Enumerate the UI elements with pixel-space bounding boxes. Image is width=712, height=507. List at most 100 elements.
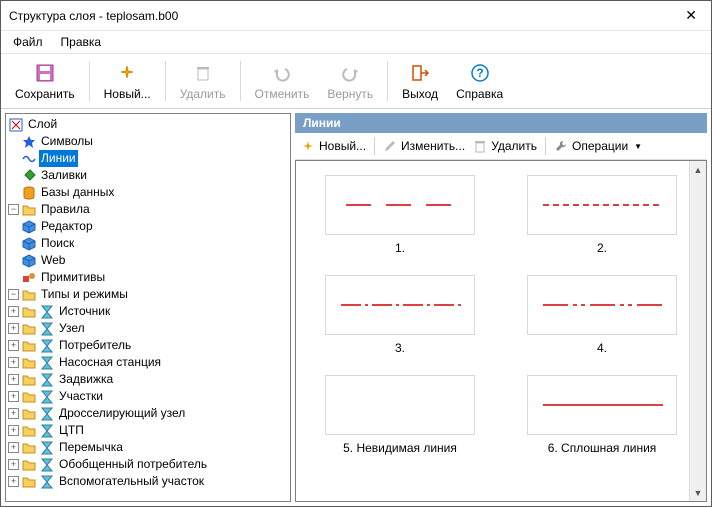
tree-root[interactable]: Слой	[8, 116, 288, 133]
hourglass-icon	[39, 304, 55, 320]
folder-icon	[21, 202, 37, 218]
gallery-caption: 4.	[597, 341, 607, 355]
line-preview	[527, 375, 677, 435]
cube-icon	[21, 219, 37, 235]
expand-icon[interactable]: +	[8, 408, 19, 419]
tree-type-item[interactable]: +Перемычка	[8, 439, 288, 456]
delete-button: Удалить	[172, 57, 234, 105]
expand-icon[interactable]: +	[8, 323, 19, 334]
hourglass-icon	[39, 406, 55, 422]
tree-types[interactable]: −Типы и режимы	[8, 286, 288, 303]
scroll-down-icon[interactable]: ▼	[690, 484, 706, 501]
help-button[interactable]: ? Справка	[448, 57, 511, 105]
separator	[165, 61, 166, 101]
tree-type-item[interactable]: +Обобщенный потребитель	[8, 456, 288, 473]
separator	[387, 61, 388, 101]
expand-icon[interactable]: +	[8, 340, 19, 351]
tree-type-item[interactable]: +Участки	[8, 388, 288, 405]
expand-icon[interactable]: +	[8, 442, 19, 453]
wrench-icon	[554, 139, 568, 153]
redo-icon	[339, 61, 361, 85]
scrollbar[interactable]: ▲ ▼	[689, 161, 706, 501]
wave-icon	[21, 151, 37, 167]
tree-search[interactable]: Поиск	[8, 235, 288, 252]
panel-edit-button: Изменить...	[383, 139, 465, 153]
folder-icon	[21, 406, 37, 422]
exit-icon	[410, 61, 430, 85]
menu-file[interactable]: Файл	[5, 33, 51, 51]
tree-type-item[interactable]: +Источник	[8, 303, 288, 320]
hourglass-icon	[39, 440, 55, 456]
folder-icon	[21, 474, 37, 490]
new-button[interactable]: Новый...	[96, 57, 159, 105]
tree-type-item[interactable]: +Вспомогательный участок	[8, 473, 288, 490]
hourglass-icon	[39, 474, 55, 490]
layer-icon	[8, 117, 24, 133]
gallery-item[interactable]: 4.	[516, 275, 688, 355]
hourglass-icon	[39, 372, 55, 388]
primitives-icon	[21, 270, 37, 286]
gallery-caption: 6. Сплошная линия	[548, 441, 657, 455]
tree-type-item[interactable]: +Задвижка	[8, 371, 288, 388]
panel-header: Линии	[295, 113, 707, 133]
collapse-icon[interactable]: −	[8, 204, 19, 215]
expand-icon[interactable]: +	[8, 425, 19, 436]
tree-type-item[interactable]: +Узел	[8, 320, 288, 337]
gallery-caption: 1.	[395, 241, 405, 255]
tree-symbols[interactable]: Символы	[8, 133, 288, 150]
expand-icon[interactable]: +	[8, 306, 19, 317]
tree-type-item[interactable]: +Потребитель	[8, 337, 288, 354]
tree-type-item[interactable]: +Дросселирующий узел	[8, 405, 288, 422]
folder-icon	[21, 287, 37, 303]
tree-type-item[interactable]: +ЦТП	[8, 422, 288, 439]
gallery-item[interactable]: 6. Сплошная линия	[516, 375, 688, 455]
cube-icon	[21, 236, 37, 252]
menu-edit[interactable]: Правка	[53, 33, 110, 51]
tree-databases[interactable]: Базы данных	[8, 184, 288, 201]
folder-icon	[21, 389, 37, 405]
expand-icon[interactable]: +	[8, 391, 19, 402]
new-icon	[117, 61, 137, 85]
expand-icon[interactable]: +	[8, 476, 19, 487]
tree-web[interactable]: Web	[8, 252, 288, 269]
folder-icon	[21, 304, 37, 320]
folder-icon	[21, 423, 37, 439]
expand-icon[interactable]: +	[8, 357, 19, 368]
panel-new-button[interactable]: Новый...	[301, 139, 366, 153]
tree-lines[interactable]: Линии	[8, 150, 288, 167]
undo-icon	[271, 61, 293, 85]
separator	[89, 61, 90, 101]
folder-icon	[21, 440, 37, 456]
line-preview	[527, 275, 677, 335]
hourglass-icon	[39, 321, 55, 337]
tree-fills[interactable]: Заливки	[8, 167, 288, 184]
hourglass-icon	[39, 338, 55, 354]
separator	[545, 137, 546, 155]
line-preview	[325, 275, 475, 335]
gallery[interactable]: 1. 2. 3. 4. 5. Невидимая линия 6. Сплошная ли…	[295, 160, 707, 502]
svg-text:?: ?	[476, 66, 483, 80]
gallery-caption: 3.	[395, 341, 405, 355]
separator	[374, 137, 375, 155]
expand-icon[interactable]: +	[8, 374, 19, 385]
panel-ops-button[interactable]: Операции▼	[554, 139, 642, 153]
scroll-up-icon[interactable]: ▲	[690, 161, 706, 178]
expand-icon[interactable]: +	[8, 459, 19, 470]
gallery-item[interactable]: 5. Невидимая линия	[314, 375, 486, 455]
close-icon[interactable]: ✕	[679, 7, 703, 24]
tree-type-item[interactable]: +Насосная станция	[8, 354, 288, 371]
tree-pane[interactable]: Слой Символы Линии Заливки Базы данных −…	[5, 113, 291, 502]
exit-button[interactable]: Выход	[394, 57, 446, 105]
chevron-down-icon: ▼	[634, 142, 642, 151]
gallery-item[interactable]: 1.	[314, 175, 486, 255]
collapse-icon[interactable]: −	[8, 289, 19, 300]
tree-rules[interactable]: −Правила	[8, 201, 288, 218]
window-title: Структура слоя - teplosam.b00	[9, 9, 679, 23]
folder-icon	[21, 321, 37, 337]
hourglass-icon	[39, 389, 55, 405]
tree-primitives[interactable]: Примитивы	[8, 269, 288, 286]
tree-editor[interactable]: Редактор	[8, 218, 288, 235]
save-button[interactable]: Сохранить	[7, 57, 83, 105]
gallery-item[interactable]: 3.	[314, 275, 486, 355]
gallery-item[interactable]: 2.	[516, 175, 688, 255]
